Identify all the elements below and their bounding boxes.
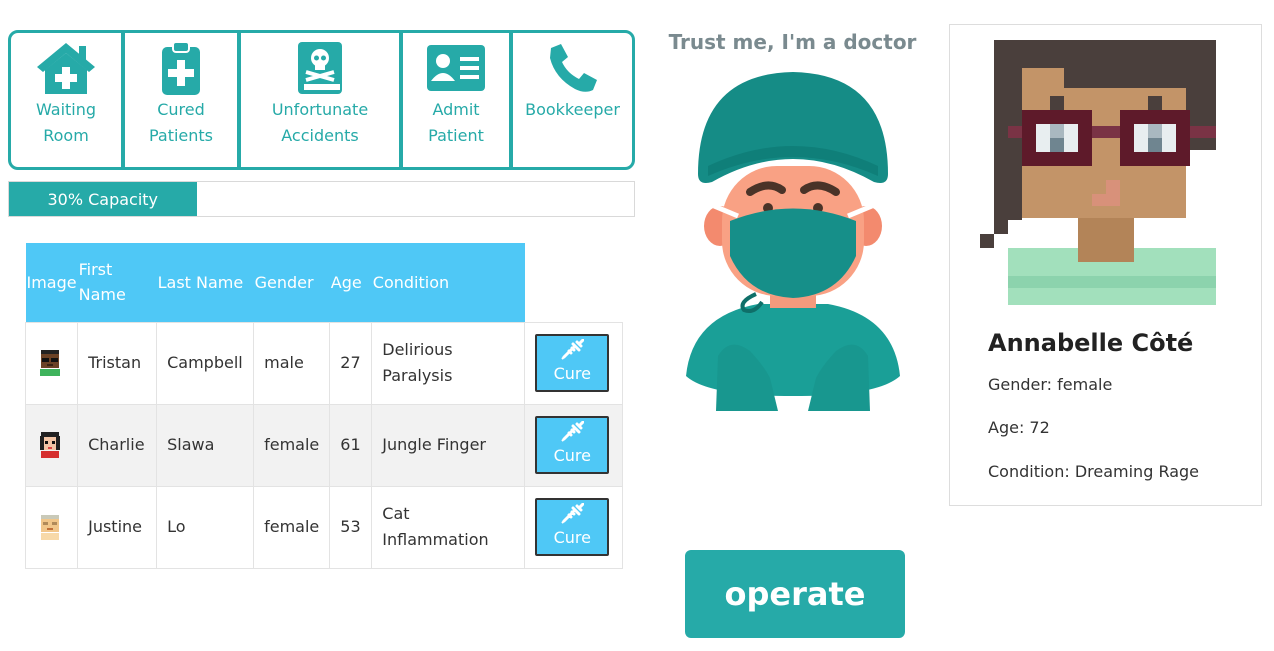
nav-unfortunate-accidents[interactable]: Unfortunate Accidents xyxy=(241,33,403,167)
capacity-bar: 30% Capacity xyxy=(8,181,635,217)
operate-button[interactable]: operate xyxy=(685,550,905,638)
avatar xyxy=(41,515,59,540)
nav-cured-patients[interactable]: Cured Patients xyxy=(125,33,241,167)
capacity-fill: 30% Capacity xyxy=(9,182,197,216)
table-row: Charlie Slawa female 61 Jungle Finger Cu… xyxy=(24,403,624,487)
house-medical-icon xyxy=(34,39,98,97)
syringe-icon xyxy=(561,503,585,524)
patient-name: Annabelle Côté xyxy=(988,329,1194,357)
header-action xyxy=(524,243,623,322)
nav-admit-patient[interactable]: Admit Patient xyxy=(403,33,513,167)
id-card-icon xyxy=(424,39,488,97)
table-row: Tristan Campbell male 27 Delirious Paral… xyxy=(24,321,624,405)
patient-card: Annabelle Côté Gender: female Age: 72 Co… xyxy=(949,24,1262,506)
patient-age: Age: 72 xyxy=(988,418,1050,437)
table-row: Justine Lo female 53 Cat Inflammation Cu… xyxy=(24,485,624,569)
nav-waiting-room[interactable]: Waiting Room xyxy=(11,33,125,167)
header-condition: Condition xyxy=(371,243,525,322)
syringe-icon xyxy=(561,421,585,442)
avatar xyxy=(40,350,60,376)
doctor-title: Trust me, I'm a doctor xyxy=(668,30,917,54)
avatar xyxy=(40,432,60,458)
phone-icon xyxy=(541,39,605,97)
patient-gender: Gender: female xyxy=(988,375,1113,394)
main-nav: Waiting Room Cured Patients Unfortunate … xyxy=(8,30,635,170)
clipboard-medical-icon xyxy=(149,39,213,97)
doctor-illustration xyxy=(678,66,908,425)
header-first-name: First Name xyxy=(77,243,157,322)
header-last-name: Last Name xyxy=(156,243,254,322)
cure-button[interactable]: Cure xyxy=(535,416,610,474)
header-age: Age xyxy=(329,243,372,322)
nav-bookkeeper[interactable]: Bookkeeper xyxy=(513,33,632,167)
header-image: Image xyxy=(25,243,78,322)
cure-button[interactable]: Cure xyxy=(535,498,610,556)
cure-button[interactable]: Cure xyxy=(535,334,610,392)
patients-table: Image First Name Last Name Gender Age Co… xyxy=(24,243,624,569)
syringe-icon xyxy=(561,339,585,360)
patient-condition: Condition: Dreaming Rage xyxy=(988,462,1200,481)
header-gender: Gender xyxy=(253,243,330,322)
skull-book-icon xyxy=(288,39,352,97)
patient-portrait xyxy=(980,40,1218,309)
